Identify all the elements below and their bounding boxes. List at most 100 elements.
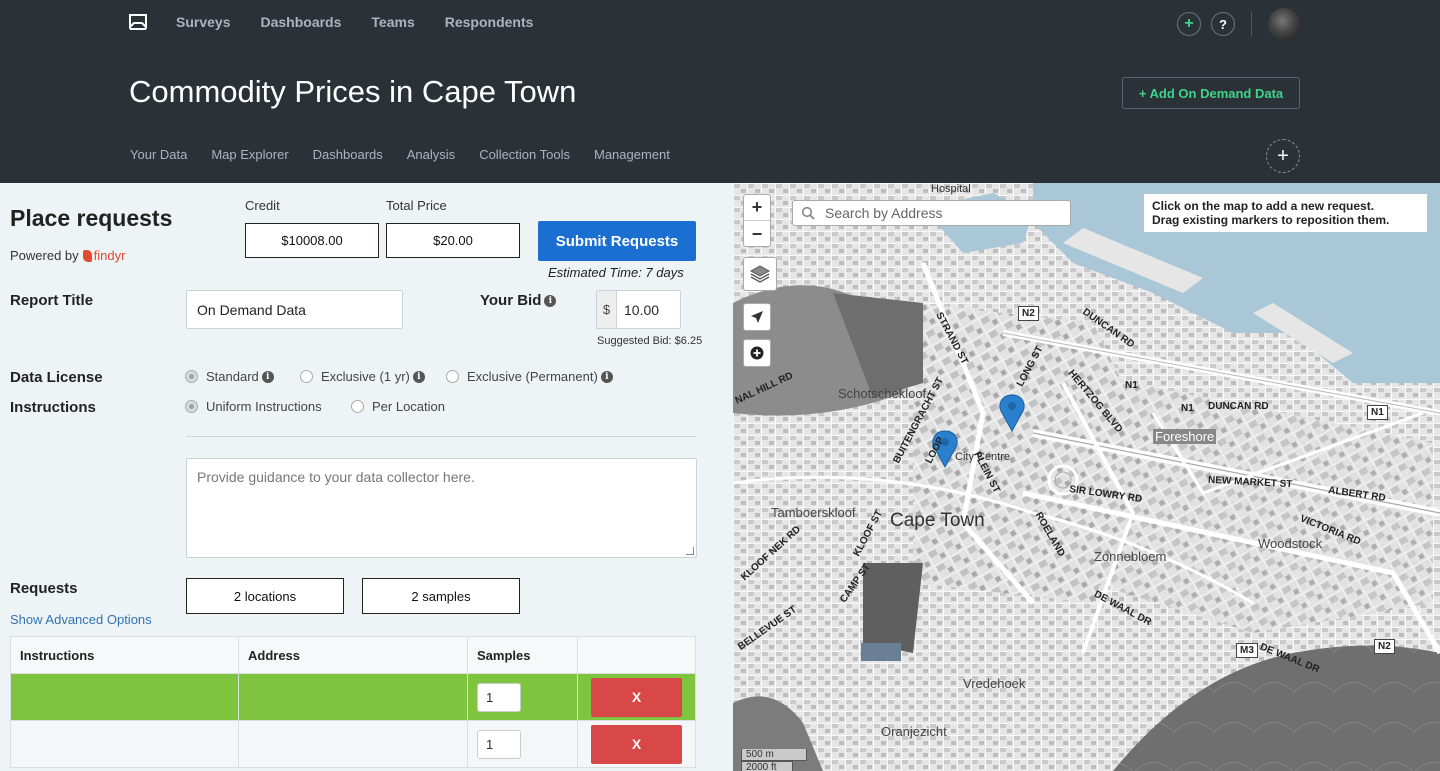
delete-row-button[interactable]: X bbox=[591, 724, 682, 764]
license-exclusive-1yr-info-icon[interactable]: i bbox=[412, 370, 425, 383]
map-label-city: Cape Town bbox=[890, 510, 985, 531]
row-address bbox=[238, 673, 468, 721]
subnav-collection-tools[interactable]: Collection Tools bbox=[479, 147, 570, 162]
bid-input[interactable]: 10.00 bbox=[617, 291, 680, 328]
subnav-management[interactable]: Management bbox=[594, 147, 670, 162]
submit-requests-button[interactable]: Submit Requests bbox=[538, 221, 696, 261]
form-heading: Place requests bbox=[10, 205, 173, 231]
show-advanced-options-link[interactable]: Show Advanced Options bbox=[10, 612, 152, 627]
instructions-uniform-radio[interactable] bbox=[185, 400, 198, 413]
create-plus-icon[interactable]: + bbox=[1177, 12, 1201, 36]
add-marker-button[interactable] bbox=[743, 339, 771, 367]
license-exclusive-permanent[interactable]: Exclusive (Permanent) i bbox=[446, 369, 613, 384]
credit-label: Credit bbox=[245, 198, 280, 213]
app-header: Surveys Dashboards Teams Respondents + ?… bbox=[0, 0, 1440, 183]
zoom-in-button[interactable]: + bbox=[744, 195, 770, 221]
add-tab-plus-icon[interactable]: + bbox=[1266, 139, 1300, 173]
license-exclusive-permanent-radio[interactable] bbox=[446, 370, 459, 383]
map-view[interactable]: Hospital Schotschekloof Tamboerskloof Ca… bbox=[733, 183, 1440, 771]
bid-input-group[interactable]: $ 10.00 bbox=[596, 290, 681, 329]
map-label-n1-c: N1 bbox=[1181, 403, 1194, 414]
table-header-row: Instructions Address Samples bbox=[10, 636, 696, 674]
total-price-label: Total Price bbox=[386, 198, 447, 213]
license-standard[interactable]: Standard i bbox=[185, 369, 274, 384]
nav-respondents[interactable]: Respondents bbox=[445, 14, 534, 30]
license-standard-info-icon[interactable]: i bbox=[261, 370, 274, 383]
row-instructions bbox=[10, 673, 239, 721]
row-samples-cell: 1 bbox=[467, 673, 578, 721]
map-canvas[interactable] bbox=[733, 183, 1440, 771]
nav-surveys[interactable]: Surveys bbox=[176, 14, 230, 30]
map-label-zonnebloem: Zonnebloem bbox=[1094, 549, 1167, 564]
row-instructions bbox=[10, 720, 239, 768]
nav-dashboards[interactable]: Dashboards bbox=[260, 14, 341, 30]
credit-value: $10008.00 bbox=[245, 223, 379, 258]
row-address bbox=[238, 720, 468, 768]
your-bid-label: Your Bid bbox=[480, 292, 542, 309]
table-row[interactable]: 1 X bbox=[10, 673, 696, 721]
findyr-brand: findyr bbox=[93, 248, 126, 263]
table-row[interactable]: 1 X bbox=[10, 720, 696, 768]
map-search-placeholder: Search by Address bbox=[825, 205, 943, 221]
plus-circle-icon bbox=[750, 346, 764, 360]
instructions-per-location-radio[interactable] bbox=[351, 400, 364, 413]
top-nav: Surveys Dashboards Teams Respondents bbox=[176, 14, 533, 30]
layers-button[interactable] bbox=[743, 257, 777, 291]
bid-info-icon[interactable]: i bbox=[544, 294, 557, 307]
search-icon bbox=[801, 206, 815, 220]
subnav-map-explorer[interactable]: Map Explorer bbox=[211, 147, 288, 162]
nav-teams[interactable]: Teams bbox=[371, 14, 414, 30]
samples-input[interactable]: 1 bbox=[477, 682, 521, 712]
map-label-foreshore: Foreshore bbox=[1153, 429, 1217, 444]
sub-nav: Your Data Map Explorer Dashboards Analys… bbox=[130, 147, 670, 162]
zoom-control: + − bbox=[743, 194, 771, 247]
license-standard-label: Standard bbox=[206, 369, 259, 384]
instructions-per-location[interactable]: Per Location bbox=[351, 399, 445, 414]
scale-bar-metric: 500 m bbox=[741, 749, 807, 761]
samples-input[interactable]: 1 bbox=[477, 729, 521, 759]
location-arrow-icon bbox=[751, 311, 763, 323]
map-label-vredehoek: Vredehoek bbox=[963, 676, 1026, 691]
resize-handle-icon[interactable] bbox=[686, 547, 694, 555]
map-hint-box: Click on the map to add a new request. D… bbox=[1144, 194, 1427, 232]
zoom-out-button[interactable]: − bbox=[744, 221, 770, 247]
license-exclusive-1yr[interactable]: Exclusive (1 yr) i bbox=[300, 369, 425, 384]
instructions-uniform-label: Uniform Instructions bbox=[206, 399, 322, 414]
col-instructions: Instructions bbox=[10, 636, 239, 674]
request-form-panel: Place requests Powered by findyr Credit … bbox=[0, 183, 733, 771]
form-divider bbox=[186, 436, 697, 437]
user-avatar[interactable] bbox=[1268, 8, 1300, 40]
col-address: Address bbox=[238, 636, 468, 674]
subnav-dashboards[interactable]: Dashboards bbox=[313, 147, 383, 162]
shield-n2: N2 bbox=[1018, 306, 1039, 321]
map-search-input[interactable]: Search by Address bbox=[792, 200, 1071, 226]
report-title-input[interactable]: On Demand Data bbox=[186, 290, 403, 329]
help-icon[interactable]: ? bbox=[1211, 12, 1235, 36]
instructions-textarea[interactable]: Provide guidance to your data collector … bbox=[186, 458, 697, 558]
license-standard-radio[interactable] bbox=[185, 370, 198, 383]
shield-n1: N1 bbox=[1367, 405, 1388, 420]
shield-n2-b: N2 bbox=[1374, 639, 1395, 654]
app-logo-icon[interactable] bbox=[128, 12, 148, 32]
map-label-duncan-2: DUNCAN RD bbox=[1208, 401, 1269, 412]
suggested-bid: Suggested Bid: $6.25 bbox=[597, 335, 703, 347]
data-license-label: Data License bbox=[10, 369, 103, 386]
instructions-placeholder: Provide guidance to your data collector … bbox=[197, 469, 475, 485]
map-label-woodstock: Woodstock bbox=[1258, 536, 1323, 551]
subnav-analysis[interactable]: Analysis bbox=[407, 147, 455, 162]
map-label-schotschekloof: Schotschekloof bbox=[838, 386, 927, 401]
license-exclusive-permanent-label: Exclusive (Permanent) bbox=[467, 369, 598, 384]
delete-row-button[interactable]: X bbox=[591, 677, 682, 717]
subnav-your-data[interactable]: Your Data bbox=[130, 147, 187, 162]
estimated-time: Estimated Time: 7 days bbox=[548, 265, 684, 280]
license-exclusive-1yr-radio[interactable] bbox=[300, 370, 313, 383]
instructions-uniform[interactable]: Uniform Instructions bbox=[185, 399, 322, 414]
map-label-oranjezicht: Oranjezicht bbox=[881, 724, 947, 739]
add-on-demand-data-button[interactable]: + Add On Demand Data bbox=[1122, 77, 1300, 109]
findyr-logo: findyr bbox=[82, 248, 126, 263]
scale-bar-imperial: 2000 ft bbox=[741, 761, 793, 771]
row-samples-cell: 1 bbox=[467, 720, 578, 768]
license-exclusive-permanent-info-icon[interactable]: i bbox=[600, 370, 613, 383]
locate-button[interactable] bbox=[743, 303, 771, 331]
map-hint-line-1: Click on the map to add a new request. bbox=[1152, 199, 1375, 213]
